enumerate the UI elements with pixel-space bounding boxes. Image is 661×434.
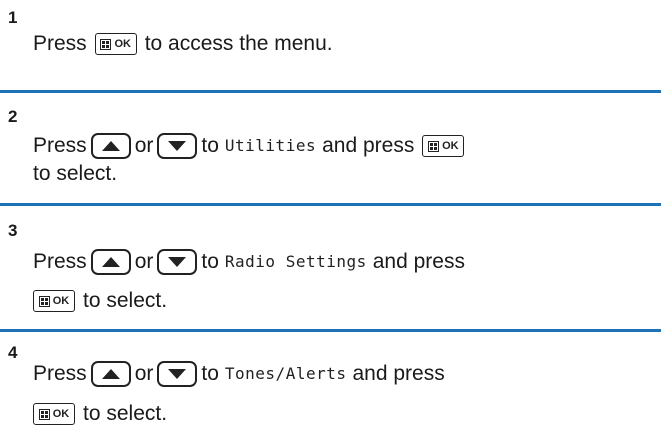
step-divider (0, 90, 661, 93)
down-arrow-key-icon (157, 133, 198, 159)
step-2-line-1: Press or to Utilities and press OK (33, 132, 466, 160)
step-divider (0, 203, 661, 206)
step-text: Press (33, 32, 87, 55)
step-number: 3 (8, 221, 18, 240)
step-4-line-1: Press or to Tones/Alerts and press (33, 360, 445, 388)
menu-item-name: Utilities (224, 136, 317, 155)
step-2-line-2: to select. (33, 160, 117, 188)
ok-label: OK (52, 408, 70, 420)
step-text: or (134, 362, 154, 385)
down-arrow-key-icon (157, 361, 198, 387)
up-arrow-key-icon (90, 133, 131, 159)
menu-ok-key-icon: OK (33, 403, 75, 425)
down-arrow-key-icon (157, 249, 198, 275)
step-text: to (201, 250, 219, 273)
step-text: to (201, 134, 219, 157)
step-4-line-2: OK to select. (33, 400, 167, 428)
menu-item-name: Tones/Alerts (224, 364, 347, 383)
step-1-line: Press OK to access the menu. (33, 30, 333, 58)
step-text: to access the menu. (144, 32, 333, 55)
step-text: and press (322, 134, 415, 157)
ok-label: OK (442, 140, 459, 152)
up-arrow-key-icon (90, 249, 131, 275)
menu-ok-key-icon: OK (422, 135, 465, 157)
step-number: 1 (8, 8, 18, 27)
step-text: Press (33, 250, 87, 273)
menu-item-name: Radio Settings (224, 252, 367, 271)
step-number: 4 (8, 343, 18, 362)
step-text: and press (352, 362, 445, 385)
step-text: and press (372, 250, 465, 273)
menu-ok-key-icon: OK (94, 33, 137, 55)
step-text: to select. (83, 289, 168, 312)
up-arrow-key-icon (90, 361, 131, 387)
ok-label: OK (52, 295, 70, 307)
step-3-line-2: OK to select. (33, 287, 167, 315)
step-text: to select. (83, 402, 168, 425)
step-text: Press (33, 134, 87, 157)
step-3-line-1: Press or to Radio Settings and press (33, 248, 465, 276)
menu-ok-key-icon: OK (33, 290, 75, 312)
ok-label: OK (114, 38, 131, 50)
step-text: Press (33, 362, 87, 385)
step-divider (0, 329, 661, 332)
step-number: 2 (8, 107, 18, 126)
step-text: to select. (33, 162, 118, 185)
step-text: or (134, 134, 154, 157)
step-text: to (201, 362, 219, 385)
step-text: or (134, 250, 154, 273)
